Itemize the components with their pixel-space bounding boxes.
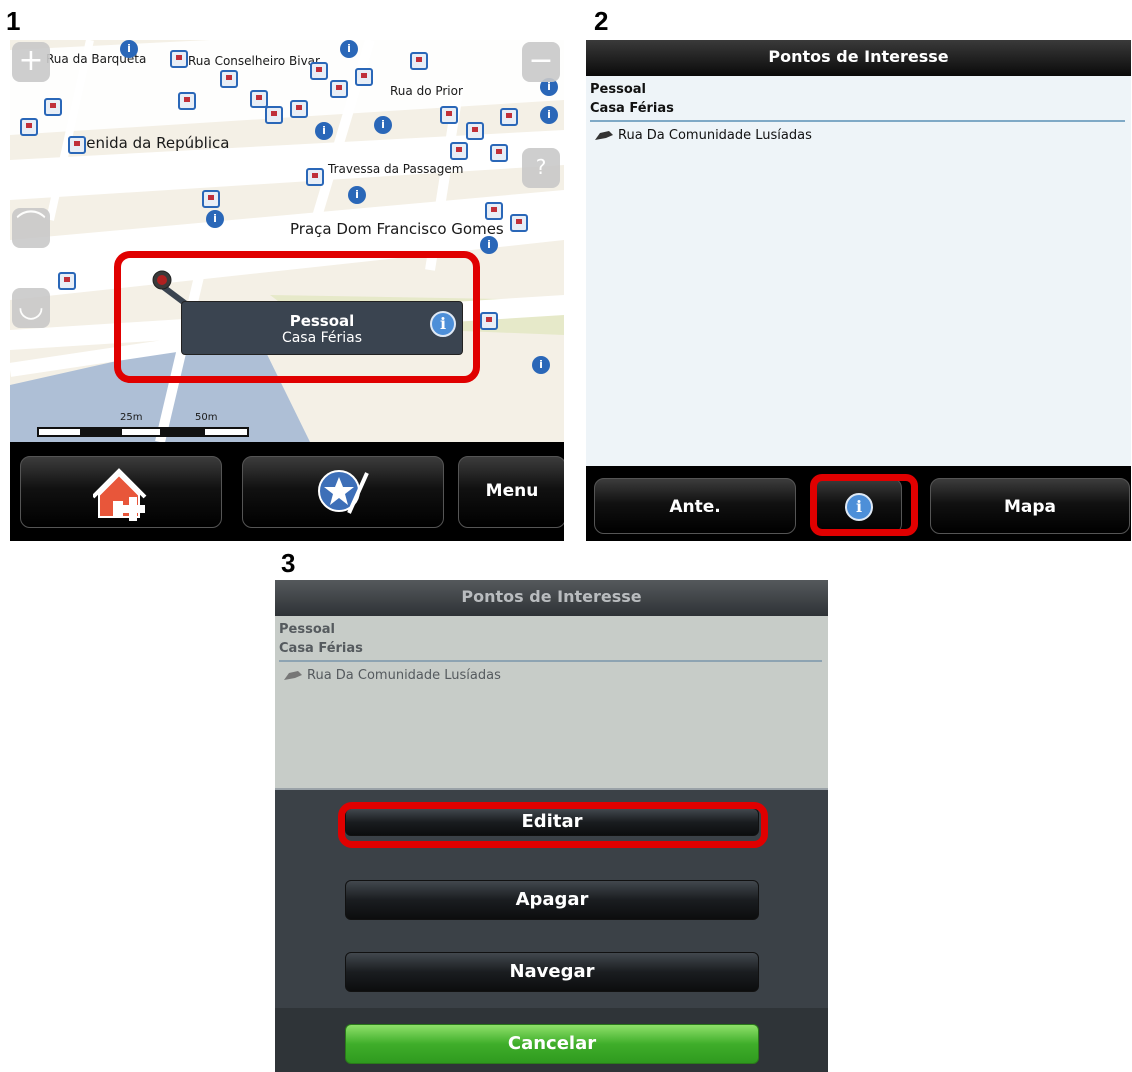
scale-label-25m: 25m	[120, 412, 143, 423]
street-label-travessa: Travessa da Passagem	[328, 162, 464, 176]
poi-address-row: Rua Da Comunidade Lusíadas	[275, 668, 828, 683]
poi-marker[interactable]	[202, 190, 220, 208]
poi-marker[interactable]	[500, 108, 518, 126]
menu-button[interactable]: Menu	[458, 456, 564, 528]
poi-marker[interactable]	[178, 92, 196, 110]
map-button[interactable]: Mapa	[930, 478, 1130, 534]
poi-marker[interactable]	[250, 90, 268, 108]
poi-marker[interactable]	[220, 70, 238, 88]
rotate-icon[interactable]: ⌒	[12, 208, 50, 248]
poi-marker[interactable]: i	[315, 122, 333, 140]
poi-marker[interactable]	[170, 50, 188, 68]
favorites-icon	[318, 470, 369, 514]
poi-marker[interactable]: i	[480, 236, 498, 254]
car-icon	[595, 131, 613, 140]
poi-detail-area: Pessoal Casa Férias Rua Da Comunidade Lu…	[275, 616, 828, 788]
poi-name: Casa Férias	[279, 641, 363, 656]
street-label-praca: Praça Dom Francisco Gomes	[290, 220, 504, 238]
poi-options-dialog-screen: Pontos de Interesse Pessoal Casa Férias …	[275, 580, 828, 1072]
add-home-icon	[93, 468, 147, 521]
step-number-2: 2	[594, 6, 609, 36]
navigate-button[interactable]: Navegar	[345, 952, 759, 992]
poi-marker[interactable]: i	[206, 210, 224, 228]
poi-marker[interactable]	[265, 106, 283, 124]
poi-category: Pessoal	[279, 622, 335, 637]
poi-marker[interactable]	[68, 136, 86, 154]
favorites-button[interactable]	[242, 456, 444, 528]
poi-address: Rua Da Comunidade Lusíadas	[618, 128, 812, 143]
poi-marker[interactable]	[58, 272, 76, 290]
poi-marker[interactable]	[410, 52, 428, 70]
street-label-avenida: Avenida da República	[68, 134, 230, 152]
dialog-divider	[275, 788, 828, 790]
poi-marker[interactable]	[510, 214, 528, 232]
poi-marker[interactable]: i	[340, 40, 358, 58]
street-label-conselheiro: Rua Conselheiro Bivar	[188, 54, 320, 68]
poi-name: Casa Férias	[590, 101, 674, 116]
previous-button-label: Ante.	[669, 497, 721, 517]
highlight-box	[810, 474, 918, 536]
poi-marker[interactable]	[440, 106, 458, 124]
map-screen: Rua da Barqueta Rua Conselheiro Bivar Ru…	[10, 40, 564, 541]
poi-marker[interactable]	[310, 62, 328, 80]
poi-marker[interactable]	[466, 122, 484, 140]
scale-label-50m: 50m	[195, 412, 218, 423]
poi-marker[interactable]	[450, 142, 468, 160]
zoom-in-icon[interactable]: +	[12, 42, 50, 82]
poi-marker[interactable]	[290, 100, 308, 118]
tilt-icon[interactable]: ◡	[12, 288, 50, 328]
divider	[590, 120, 1125, 122]
cancel-button[interactable]: Cancelar	[345, 1024, 759, 1064]
screen-title: Pontos de Interesse	[586, 40, 1131, 76]
map-button-label: Mapa	[1003, 497, 1057, 517]
poi-marker[interactable]	[44, 98, 62, 116]
highlight-box	[338, 802, 768, 848]
step-number-1: 1	[6, 6, 21, 36]
poi-address-row[interactable]: Rua Da Comunidade Lusíadas	[586, 128, 1131, 143]
screen-title: Pontos de Interesse	[275, 580, 828, 616]
street-label-prior: Rua do Prior	[390, 84, 463, 98]
add-home-button[interactable]	[20, 456, 222, 528]
poi-marker[interactable]: i	[532, 356, 550, 374]
poi-marker[interactable]	[330, 80, 348, 98]
poi-marker[interactable]	[485, 202, 503, 220]
poi-marker[interactable]	[20, 118, 38, 136]
poi-marker[interactable]	[480, 312, 498, 330]
poi-marker[interactable]	[306, 168, 324, 186]
poi-marker[interactable]: i	[348, 186, 366, 204]
poi-marker[interactable]: i	[540, 106, 558, 124]
poi-marker[interactable]: i	[374, 116, 392, 134]
poi-category: Pessoal	[590, 82, 646, 97]
step-number-3: 3	[281, 548, 296, 578]
poi-detail-area: Pessoal Casa Férias Rua Da Comunidade Lu…	[586, 76, 1131, 466]
poi-detail-screen: Pontos de Interesse Pessoal Casa Férias …	[586, 40, 1131, 541]
map-view-icon[interactable]: ?	[522, 148, 560, 188]
poi-marker[interactable]	[490, 144, 508, 162]
poi-marker[interactable]	[355, 68, 373, 86]
previous-button[interactable]: Ante.	[594, 478, 796, 534]
delete-button[interactable]: Apagar	[345, 880, 759, 920]
car-icon	[284, 671, 302, 680]
highlight-box	[114, 251, 480, 383]
menu-button-label: Menu	[485, 481, 539, 501]
zoom-out-icon[interactable]: −	[522, 42, 560, 82]
poi-marker[interactable]: i	[120, 40, 138, 58]
divider	[279, 660, 822, 662]
map-toolbar: Menu	[10, 442, 564, 541]
poi-address: Rua Da Comunidade Lusíadas	[307, 668, 501, 683]
